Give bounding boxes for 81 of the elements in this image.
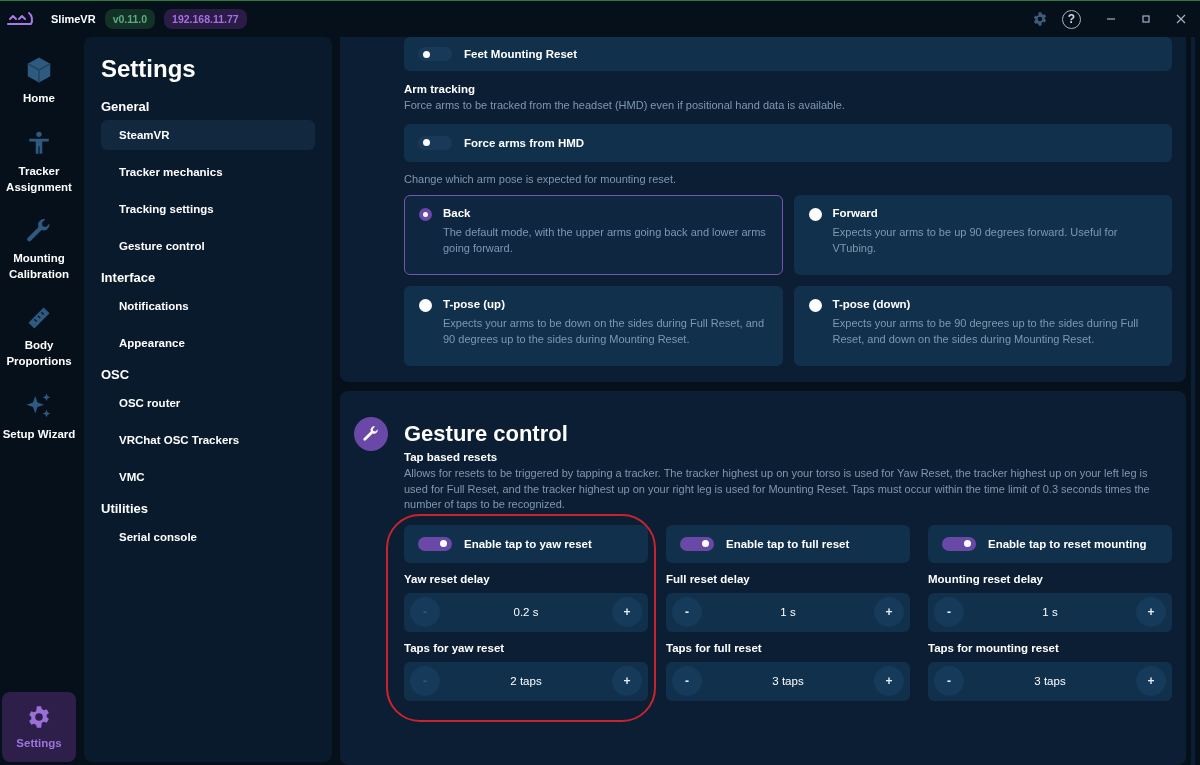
stepper-label: Yaw reset delay <box>404 572 491 585</box>
pose-title: T-pose (up) <box>443 298 506 310</box>
menu-group-title: OSC <box>101 367 131 382</box>
radio-button[interactable] <box>419 208 432 221</box>
toggle-switch[interactable] <box>680 536 714 551</box>
menu-item[interactable]: Tracking settings <box>101 194 315 224</box>
stepper-label: Full reset delay <box>666 572 751 585</box>
stepper-value: 3 taps <box>771 675 805 687</box>
wrench-icon <box>354 417 388 451</box>
stepper-value: 1 s <box>779 606 797 618</box>
stepper-value: 2 taps <box>509 675 543 687</box>
stepper-value: 1 s <box>1041 606 1059 618</box>
menu-item[interactable]: VMC <box>101 462 315 492</box>
section-description: Force arms to be tracked from the headset (HMD) even if positional hand data is available. <box>404 98 846 113</box>
pose-title: Forward <box>832 207 879 219</box>
menu-group-title: Interface <box>101 270 157 285</box>
stepper-value: 0.2 s <box>512 606 540 618</box>
menu-group-title: General <box>101 99 151 114</box>
stepper-label: Taps for full reset <box>666 641 763 654</box>
increment-button[interactable]: + <box>612 597 642 627</box>
section-subtitle: Tap based resets <box>404 451 499 463</box>
menu-item[interactable]: OSC router <box>101 388 315 418</box>
toggle-label: Force arms from HMD <box>464 136 585 149</box>
increment-button[interactable]: + <box>874 597 904 627</box>
toggle-switch[interactable] <box>418 47 452 61</box>
toggle-switch[interactable] <box>418 135 452 150</box>
decrement-button[interactable]: - <box>934 666 964 696</box>
gear-icon <box>26 703 52 730</box>
section-subtitle: Arm tracking <box>404 83 476 95</box>
radio-button[interactable] <box>808 208 822 221</box>
pose-description: Expects your arms to be down on the sides during Full Reset, and 90 degrees up to the sides during Mounting Reset. <box>443 316 765 347</box>
menu-item[interactable]: SteamVR <box>101 120 315 150</box>
stepper-label: Taps for yaw reset <box>404 641 506 654</box>
menu-item[interactable]: Notifications <box>101 291 315 321</box>
increment-button[interactable]: + <box>1136 597 1166 627</box>
menu-item[interactable]: Serial console <box>101 522 315 552</box>
decrement-button[interactable]: - <box>672 666 702 696</box>
toggle-switch[interactable] <box>942 536 976 551</box>
toggle-label: Enable tap to full reset <box>726 537 850 550</box>
pose-option-card[interactable]: T-pose (down) Expects your arms to be 90 degrees up to the sides during Full Reset, and down on the sides during Mounting Reset. <box>793 286 1172 366</box>
nav-item[interactable]: Setup Wizard <box>2 387 76 446</box>
increment-button[interactable]: + <box>874 666 904 696</box>
increment-button[interactable]: + <box>1136 666 1166 696</box>
menu-item[interactable]: VRChat OSC Trackers <box>101 425 315 455</box>
toggle-label: Feet Mounting Reset <box>464 48 578 60</box>
pose-description: Expects your arms to be up 90 degrees forward. Useful for VTubing. <box>832 225 1119 256</box>
nav-item[interactable]: Tracker Assignment <box>2 124 76 199</box>
pose-prompt: Change which arm pose is expected for mounting reset. <box>404 171 678 187</box>
toggle-switch[interactable] <box>418 536 452 551</box>
decrement-button[interactable]: - <box>672 597 702 627</box>
address-badge: 192.168.11.77 <box>164 9 247 29</box>
pose-description: The default mode, with the upper arms going back and lower arms going forward. <box>443 225 767 256</box>
stepper-label: Taps for mounting reset <box>928 641 1060 654</box>
nav-item[interactable]: Home <box>2 51 76 110</box>
pose-option-card[interactable]: Forward Expects your arms to be up 90 degrees forward. Useful for VTubing. <box>793 195 1172 275</box>
toggle-label: Enable tap to yaw reset <box>464 537 592 550</box>
section-description: Allows for resets to be triggered by tapping a tracker. The tracker highest up on your torso is used for Yaw Reset, the tracker highest up on your left leg is used for Full Reset, and the tracker highest up on your right leg is used for Mounting Reset. Taps must occur within the time limit of 0.3 seconds times the number of taps to be recognized. <box>404 466 1151 512</box>
app-name: SlimeVR <box>51 13 96 25</box>
stepper-value: 3 taps <box>1033 675 1067 687</box>
pose-title: T-pose (down) <box>832 298 912 310</box>
toggle-label: Enable tap to reset mounting <box>988 537 1147 550</box>
pose-option-card[interactable]: T-pose (up) Expects your arms to be down on the sides during Full Reset, and 90 degrees up to the sides during Mounting Reset. <box>404 286 783 366</box>
version-badge: v0.11.0 <box>104 9 156 29</box>
decrement-button[interactable]: - <box>934 597 964 627</box>
pose-title: Back <box>443 207 472 219</box>
menu-item[interactable]: Tracker mechanics <box>101 157 315 187</box>
section-title: Gesture control <box>404 421 568 447</box>
nav-item[interactable]: Body Proportions <box>2 300 76 373</box>
stepper-label: Mounting reset delay <box>928 572 1045 585</box>
increment-button[interactable]: + <box>612 666 642 696</box>
menu-group-title: Utilities <box>101 501 149 516</box>
pose-description: Expects your arms to be 90 degrees up to the sides during Full Reset, and down on the sides during Mounting Reset. <box>832 316 1140 347</box>
wrench-icon <box>25 217 53 245</box>
radio-button[interactable] <box>808 299 822 312</box>
pose-option-card[interactable]: Back The default mode, with the upper arms going back and lower arms going forward. <box>404 195 783 275</box>
menu-item[interactable]: Appearance <box>101 328 315 358</box>
menu-item[interactable]: Gesture control <box>101 231 315 261</box>
nav-item[interactable]: Mounting Calibration <box>2 213 76 286</box>
radio-button[interactable] <box>419 299 432 312</box>
settings-title: Settings <box>101 55 197 83</box>
nav-item[interactable]: Settings <box>2 692 76 762</box>
